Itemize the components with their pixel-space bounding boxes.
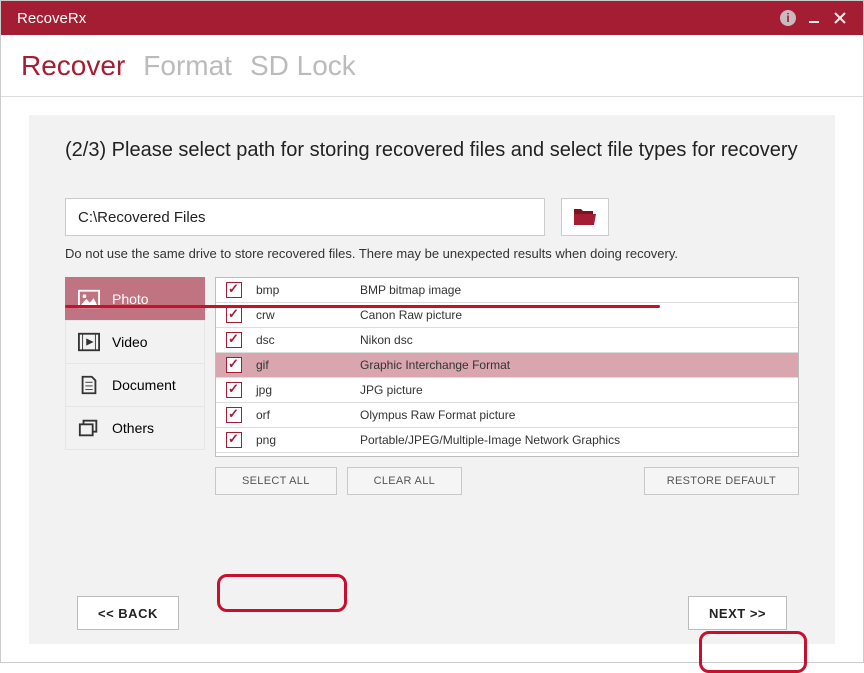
filetype-row[interactable]: dscNikon dsc [216,328,798,353]
filetype-row[interactable]: bmpBMP bitmap image [216,278,798,303]
file-ext: gif [250,358,360,372]
clear-all-button[interactable]: CLEAR ALL [347,467,462,495]
list-buttons: SELECT ALL CLEAR ALL RESTORE DEFAULT [215,467,799,495]
video-icon [78,332,100,352]
step-panel: (2/3) Please select path for storing rec… [29,115,835,644]
select-all-button[interactable]: SELECT ALL [215,467,337,495]
info-icon[interactable]: i [775,5,801,31]
browse-button[interactable] [561,198,609,236]
checkbox-icon[interactable] [226,332,242,348]
step-instruction: (2/3) Please select path for storing rec… [29,139,835,198]
file-desc: Canon Raw picture [360,308,798,322]
file-desc: Graphic Interchange Format [360,358,798,372]
filetype-row[interactable]: jpgJPG picture [216,378,798,403]
folder-icon [573,207,597,227]
file-ext: png [250,433,360,447]
main-nav: Recover Format SD Lock [1,35,863,97]
file-desc: Olympus Raw Format picture [360,408,798,422]
restore-default-button[interactable]: RESTORE DEFAULT [644,467,799,495]
file-desc: Portable/JPEG/Multiple-Image Network Gra… [360,433,798,447]
content-area: (2/3) Please select path for storing rec… [1,97,863,662]
filetype-row[interactable]: orfOlympus Raw Format picture [216,403,798,428]
app-title: RecoveRx [17,10,775,27]
document-icon [78,375,100,395]
category-others[interactable]: Others [65,406,205,450]
category-label: Video [112,334,148,350]
file-ext: crw [250,308,360,322]
tab-sdlock[interactable]: SD Lock [250,50,356,82]
file-desc: JPG picture [360,383,798,397]
category-list: Photo Video Document Others [65,277,205,495]
filetype-row[interactable]: gifGraphic Interchange Format [216,353,798,378]
others-icon [78,418,100,438]
path-row [29,198,835,236]
checkbox-icon[interactable] [226,382,242,398]
checkbox-icon[interactable] [226,432,242,448]
category-photo[interactable]: Photo [65,277,205,321]
file-ext: orf [250,408,360,422]
annotation-ring-next [699,631,807,673]
warning-note: Do not use the same drive to store recov… [29,236,835,277]
filetype-row[interactable]: pngPortable/JPEG/Multiple-Image Network … [216,428,798,453]
file-ext: bmp [250,283,360,297]
checkbox-icon[interactable] [226,407,242,423]
file-desc: BMP bitmap image [360,283,798,297]
recovery-path-input[interactable] [65,198,545,236]
file-ext: dsc [250,333,360,347]
checkbox-icon[interactable] [226,307,242,323]
category-document[interactable]: Document [65,363,205,407]
back-button[interactable]: << BACK [77,596,179,630]
tab-format[interactable]: Format [143,50,232,82]
category-video[interactable]: Video [65,320,205,364]
filetype-pane: bmpBMP bitmap image crwCanon Raw picture… [215,277,799,495]
filetype-list[interactable]: bmpBMP bitmap image crwCanon Raw picture… [215,277,799,457]
category-label: Others [112,420,154,436]
step-nav: << BACK NEXT >> [77,596,787,630]
file-desc: Nikon dsc [360,333,798,347]
file-ext: jpg [250,383,360,397]
types-area: Photo Video Document Others bmpBMP bitma [29,277,835,495]
checkbox-icon[interactable] [226,282,242,298]
close-button[interactable] [827,5,853,31]
category-label: Document [112,377,176,393]
next-button[interactable]: NEXT >> [688,596,787,630]
tab-recover[interactable]: Recover [21,50,125,82]
svg-text:i: i [786,11,789,25]
checkbox-icon[interactable] [226,357,242,373]
minimize-button[interactable] [801,5,827,31]
titlebar: RecoveRx i [1,1,863,35]
annotation-underline [65,305,660,308]
